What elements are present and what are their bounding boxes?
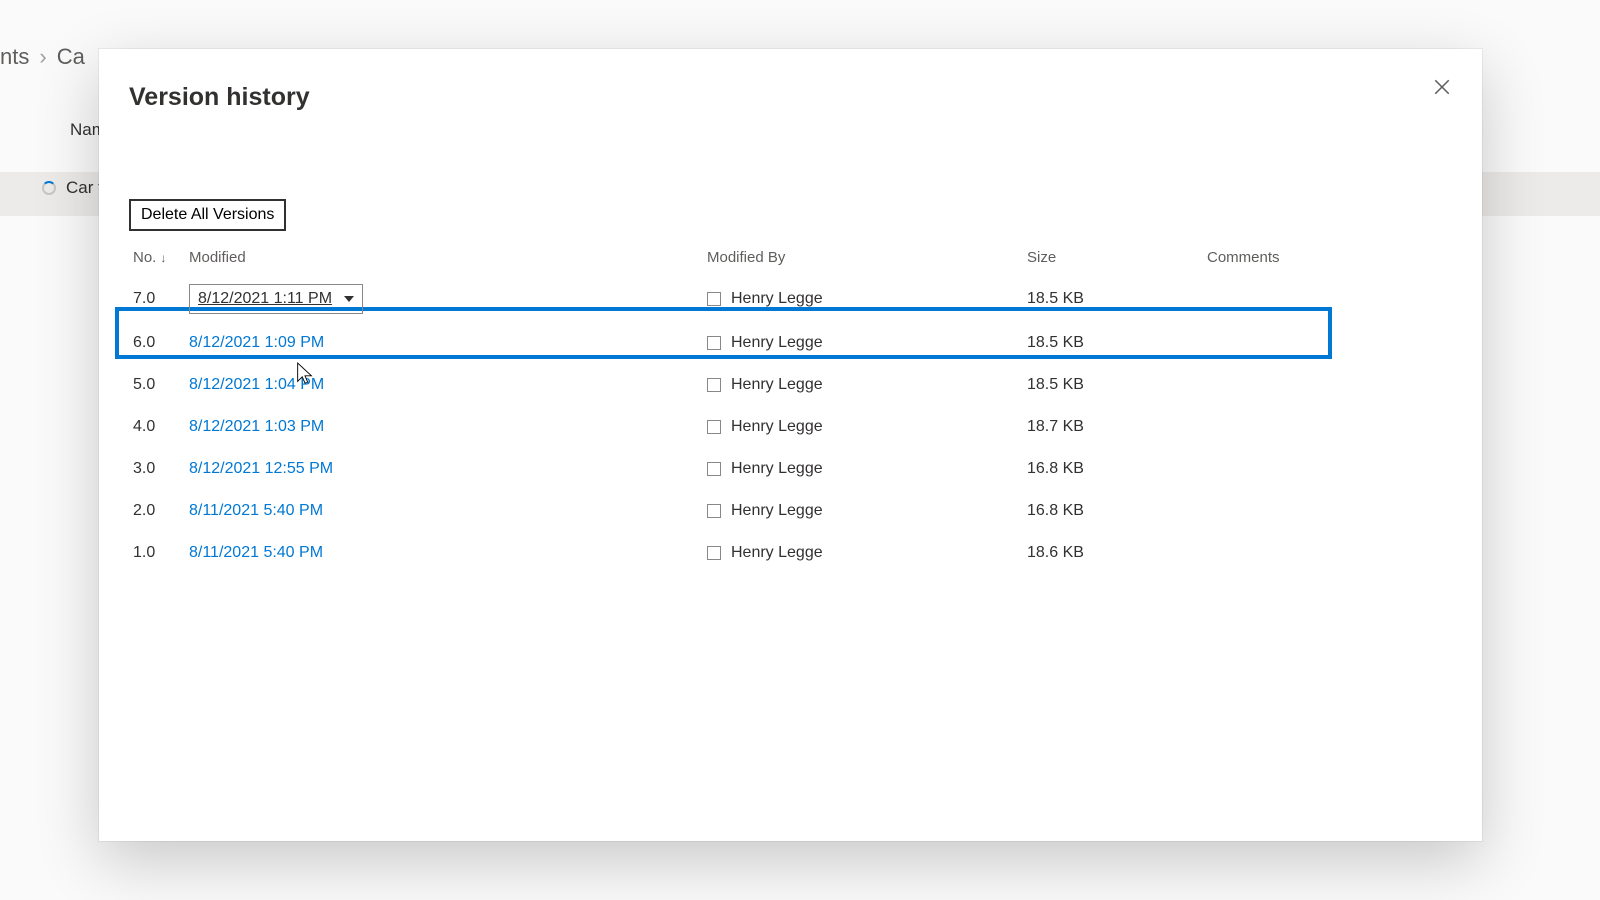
column-modified-by[interactable]: Modified By: [707, 249, 1027, 266]
modified-by: Henry Legge: [707, 290, 1027, 308]
modified-link[interactable]: 8/12/2021 1:09 PM: [189, 334, 324, 351]
user-name[interactable]: Henry Legge: [731, 290, 823, 308]
version-no: 7.0: [133, 290, 189, 308]
table-body: 7.08/12/2021 1:11 PMHenry Legge18.5 KB6.…: [115, 276, 1332, 574]
modified-link[interactable]: 8/12/2021 1:04 PM: [189, 376, 324, 393]
delete-all-versions-button[interactable]: Delete All Versions: [129, 199, 286, 231]
version-no: 6.0: [133, 334, 189, 352]
table-row[interactable]: 1.08/11/2021 5:40 PM Henry Legge 18.6 KB: [115, 532, 1332, 574]
close-icon: [1433, 78, 1451, 96]
modified-cell: 8/11/2021 5:40 PM: [189, 502, 707, 520]
breadcrumb-current: Ca: [57, 44, 85, 70]
version-history-dialog: Version history Delete All Versions No. …: [99, 49, 1482, 841]
modified-cell: 8/12/2021 1:03 PM: [189, 418, 707, 436]
column-comments[interactable]: Comments: [1207, 249, 1314, 266]
chevron-down-icon: [344, 296, 354, 302]
modified-by: Henry Legge: [707, 544, 1027, 562]
breadcrumb-prev[interactable]: nts: [0, 44, 29, 70]
version-table: No. ↓ Modified Modified By Size Comments…: [115, 249, 1332, 574]
size: 18.7 KB: [1027, 418, 1207, 436]
modified-by: Henry Legge: [707, 418, 1027, 436]
modified-cell: 8/12/2021 1:09 PM: [189, 334, 707, 352]
size: 16.8 KB: [1027, 460, 1207, 478]
modified-cell: 8/12/2021 12:55 PM: [189, 460, 707, 478]
user-name[interactable]: Henry Legge: [731, 460, 823, 478]
modified-link[interactable]: 8/12/2021 1:11 PM: [198, 290, 332, 308]
modified-cell: 8/12/2021 1:04 PM: [189, 376, 707, 394]
table-row[interactable]: 4.08/12/2021 1:03 PM Henry Legge 18.7 KB: [115, 406, 1332, 448]
modified-link[interactable]: 8/12/2021 1:03 PM: [189, 418, 324, 435]
dialog-title: Version history: [129, 83, 310, 112]
user-icon: [707, 420, 721, 434]
user-name[interactable]: Henry Legge: [731, 502, 823, 520]
column-no[interactable]: No. ↓: [133, 249, 189, 266]
modified-cell: 8/11/2021 5:40 PM: [189, 544, 707, 562]
modified-by: Henry Legge: [707, 460, 1027, 478]
modified-by: Henry Legge: [707, 334, 1027, 352]
user-icon: [707, 546, 721, 560]
table-row[interactable]: 6.08/12/2021 1:09 PM Henry Legge 18.5 KB: [115, 322, 1332, 364]
chevron-right-icon: ›: [39, 44, 46, 70]
table-row[interactable]: 5.08/12/2021 1:04 PM Henry Legge 18.5 KB: [115, 364, 1332, 406]
version-dropdown[interactable]: 8/12/2021 1:11 PM: [189, 284, 363, 314]
user-icon: [707, 378, 721, 392]
version-no: 4.0: [133, 418, 189, 436]
user-name[interactable]: Henry Legge: [731, 418, 823, 436]
table-row[interactable]: 7.0 8/12/2021 1:11 PM Henry Legge 18.5 KB: [115, 276, 1332, 322]
size: 18.5 KB: [1027, 290, 1207, 308]
modified-by: Henry Legge: [707, 376, 1027, 394]
column-size[interactable]: Size: [1027, 249, 1207, 266]
user-icon: [707, 292, 721, 306]
modified-link[interactable]: 8/12/2021 12:55 PM: [189, 460, 333, 477]
version-no: 5.0: [133, 376, 189, 394]
modified-by: Henry Legge: [707, 502, 1027, 520]
sync-icon: [42, 181, 56, 195]
user-name[interactable]: Henry Legge: [731, 334, 823, 352]
close-button[interactable]: [1424, 69, 1460, 105]
size: 18.5 KB: [1027, 334, 1207, 352]
sort-desc-icon: ↓: [160, 251, 166, 265]
modified-cell: 8/12/2021 1:11 PM: [189, 284, 707, 314]
table-header: No. ↓ Modified Modified By Size Comments: [115, 249, 1332, 276]
version-no: 3.0: [133, 460, 189, 478]
user-icon: [707, 504, 721, 518]
table-row[interactable]: 3.08/12/2021 12:55 PM Henry Legge 16.8 KB: [115, 448, 1332, 490]
version-no: 1.0: [133, 544, 189, 562]
size: 18.5 KB: [1027, 376, 1207, 394]
size: 18.6 KB: [1027, 544, 1207, 562]
user-name[interactable]: Henry Legge: [731, 544, 823, 562]
user-icon: [707, 462, 721, 476]
table-row[interactable]: 2.08/11/2021 5:40 PM Henry Legge 16.8 KB: [115, 490, 1332, 532]
modified-link[interactable]: 8/11/2021 5:40 PM: [189, 502, 323, 519]
user-icon: [707, 336, 721, 350]
user-name[interactable]: Henry Legge: [731, 376, 823, 394]
modified-link[interactable]: 8/11/2021 5:40 PM: [189, 544, 323, 561]
column-modified[interactable]: Modified: [189, 249, 707, 266]
version-no: 2.0: [133, 502, 189, 520]
size: 16.8 KB: [1027, 502, 1207, 520]
breadcrumb: nts › Ca: [0, 44, 85, 70]
